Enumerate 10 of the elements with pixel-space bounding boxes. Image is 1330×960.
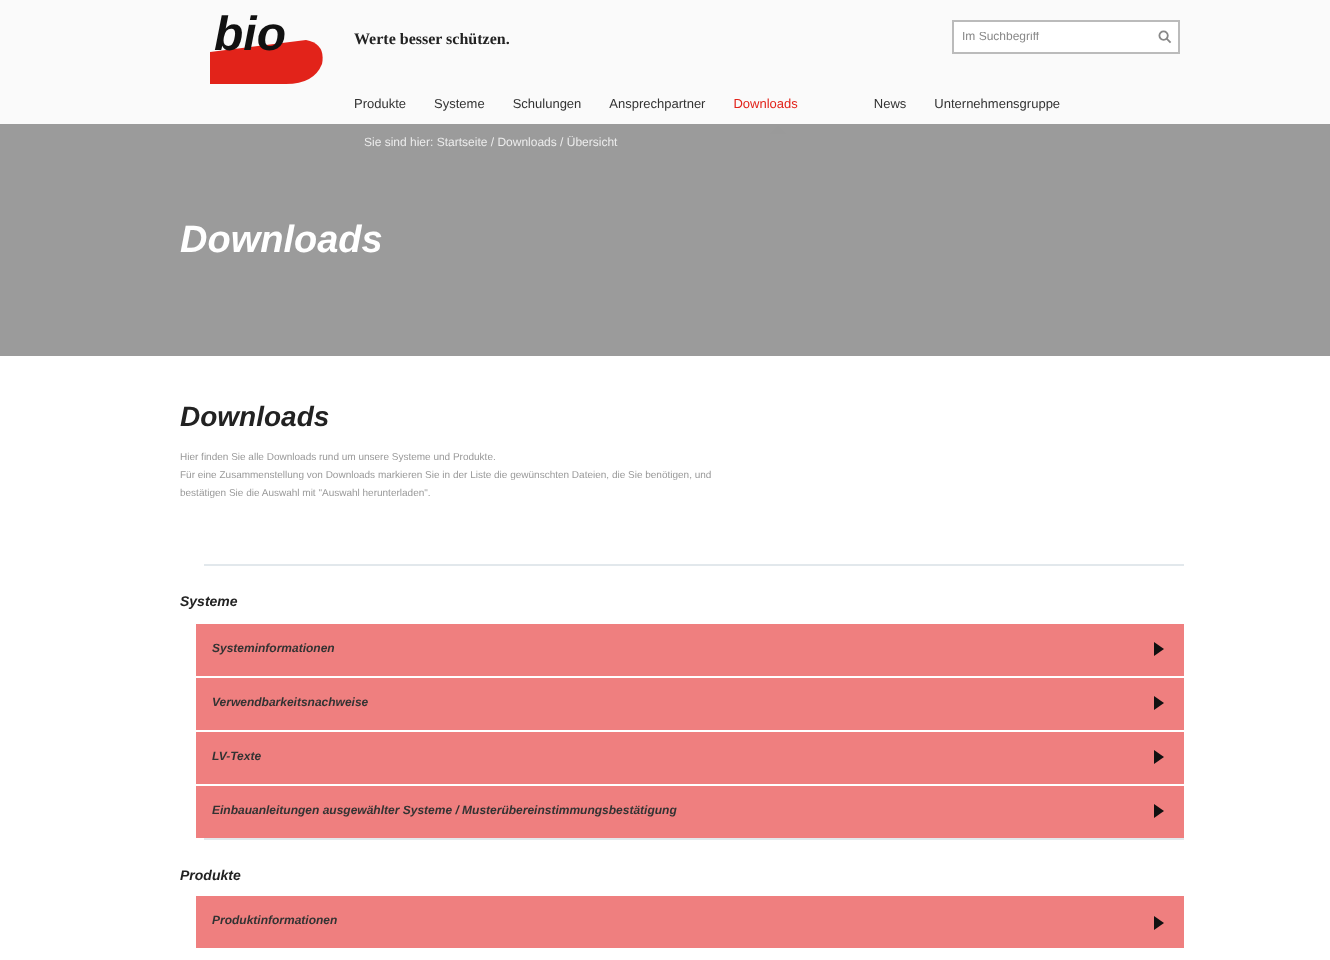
caret-icon bbox=[1154, 696, 1164, 710]
caret-icon bbox=[1154, 642, 1164, 656]
caret-icon bbox=[1154, 804, 1164, 818]
page-heading: Downloads bbox=[180, 398, 332, 436]
banner-title: Downloads bbox=[180, 218, 385, 266]
tagline: Werte besser schützen. bbox=[354, 28, 510, 52]
caret-icon bbox=[1154, 915, 1164, 929]
caret-icon bbox=[1154, 750, 1164, 764]
logo-text[interactable]: bio bbox=[214, 12, 286, 60]
search-icon[interactable] bbox=[1158, 30, 1172, 44]
